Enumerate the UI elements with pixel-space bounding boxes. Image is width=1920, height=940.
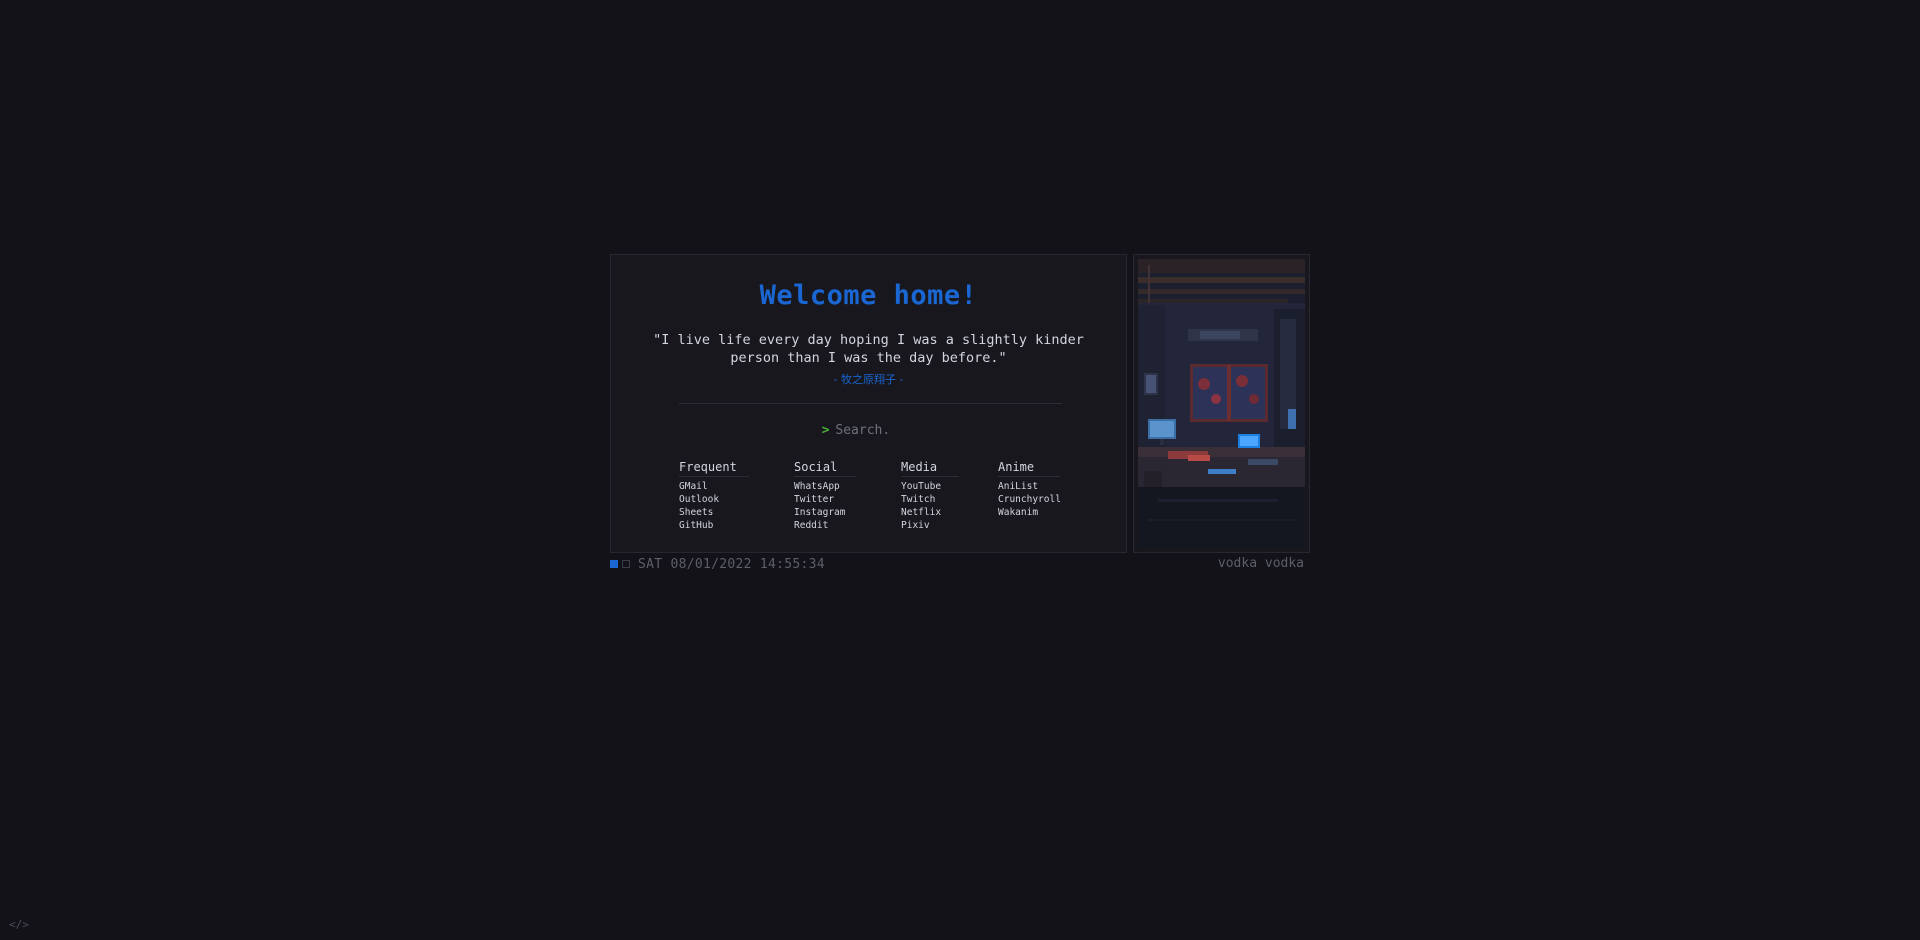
link-whatsapp[interactable]: WhatsApp	[794, 480, 856, 493]
search-input[interactable]	[835, 423, 916, 438]
column-title: Social	[794, 460, 856, 477]
quote-text: "I live life every day hoping I was a sl…	[653, 332, 1084, 366]
search-bar: >	[611, 423, 1126, 441]
code-icon[interactable]: </>	[9, 918, 29, 931]
link-crunchyroll[interactable]: Crunchyroll	[998, 493, 1061, 506]
chevron-right-icon: >	[821, 423, 830, 438]
pixel-room-image	[1138, 259, 1305, 548]
links-column-media: Media YouTube Twitch Netflix Pixiv	[901, 460, 959, 532]
startpage: Welcome home! "I live life every day hop…	[0, 0, 1920, 940]
link-wakanim[interactable]: Wakanim	[998, 506, 1061, 519]
link-twitch[interactable]: Twitch	[901, 493, 959, 506]
link-gmail[interactable]: GMail	[679, 480, 749, 493]
page-title: Welcome home!	[759, 280, 978, 311]
link-anilist[interactable]: AniList	[998, 480, 1061, 493]
main-panel: Welcome home! "I live life every day hop…	[610, 254, 1127, 553]
column-title: Media	[901, 460, 959, 477]
links-column-frequent: Frequent GMail Outlook Sheets GitHub	[679, 460, 749, 532]
link-reddit[interactable]: Reddit	[794, 519, 856, 532]
workspace-indicator-inactive	[622, 560, 630, 568]
column-title: Frequent	[679, 460, 749, 477]
divider	[679, 403, 1062, 404]
quote-author: - 牧之原翔子 -	[833, 373, 904, 386]
workspace-indicator-active	[610, 560, 618, 568]
column-title: Anime	[998, 460, 1060, 477]
link-pixiv[interactable]: Pixiv	[901, 519, 959, 532]
link-sheets[interactable]: Sheets	[679, 506, 749, 519]
links-column-social: Social WhatsApp Twitter Instagram Reddit	[794, 460, 856, 532]
link-instagram[interactable]: Instagram	[794, 506, 856, 519]
link-netflix[interactable]: Netflix	[901, 506, 959, 519]
links-column-anime: Anime AniList Crunchyroll Wakanim	[998, 460, 1061, 519]
pixel-art-panel	[1133, 254, 1310, 553]
link-github[interactable]: GitHub	[679, 519, 749, 532]
link-twitter[interactable]: Twitter	[794, 493, 856, 506]
username: vodka vodka	[1217, 556, 1304, 571]
datetime: SAT 08/01/2022 14:55:34	[638, 556, 825, 572]
status-bar: SAT 08/01/2022 14:55:34	[610, 556, 825, 572]
link-youtube[interactable]: YouTube	[901, 480, 959, 493]
link-outlook[interactable]: Outlook	[679, 493, 749, 506]
